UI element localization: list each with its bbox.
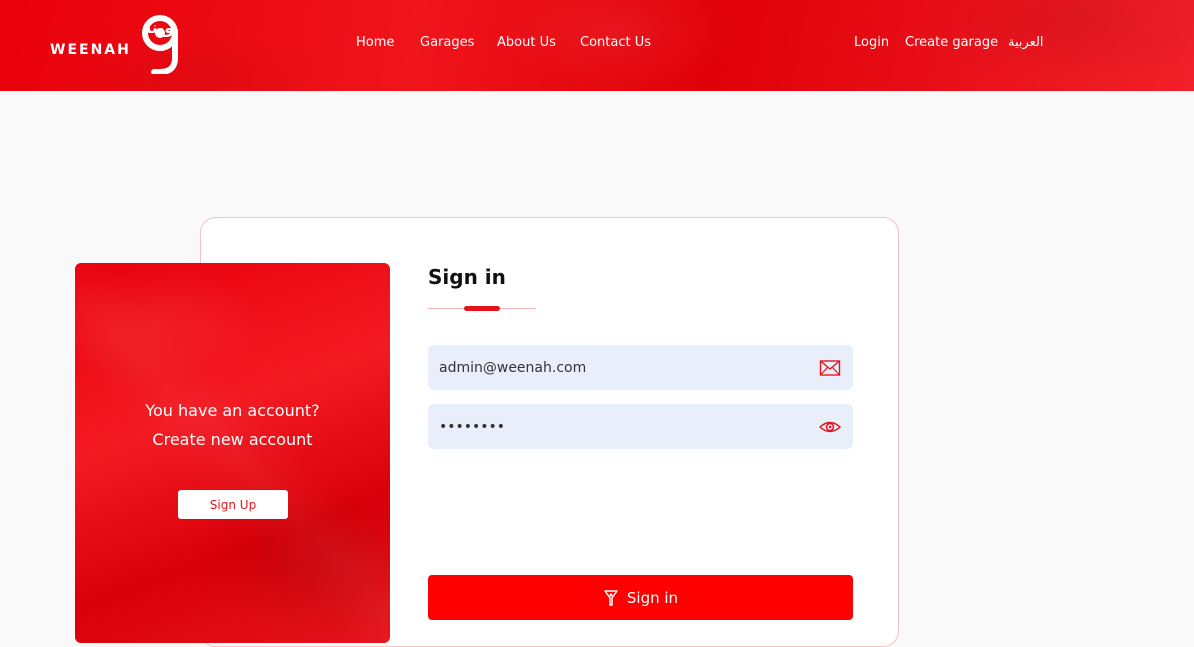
nav-home[interactable]: Home [356, 35, 394, 50]
nav-create-garage[interactable]: Create garage [905, 35, 998, 50]
password-field-wrapper [428, 404, 853, 449]
signup-promo-card: You have an account? Create new account … [75, 263, 390, 643]
eye-icon[interactable] [819, 417, 841, 437]
envelope-icon [819, 360, 841, 376]
nav-login[interactable]: Login [854, 35, 889, 50]
sign-in-button[interactable]: Sign in [428, 575, 853, 620]
password-field[interactable] [439, 404, 809, 449]
promo-line-1: You have an account? [145, 401, 320, 420]
sign-in-icon [604, 589, 618, 606]
brand-english-name: WEENAH [50, 42, 131, 58]
title-underline-accent [464, 306, 500, 311]
nav-contact-us[interactable]: Contact Us [580, 35, 651, 50]
sign-in-button-label: Sign in [626, 588, 679, 607]
sign-up-button[interactable]: Sign Up [178, 490, 288, 519]
top-navbar: وينه WEENAH Home Garages About Us Contac… [0, 0, 1194, 91]
nav-about-us[interactable]: About Us [497, 35, 556, 50]
promo-line-2: Create new account [152, 430, 313, 449]
email-field[interactable] [439, 345, 809, 390]
brand-logo[interactable]: وينه WEENAH [50, 14, 180, 76]
location-pin-icon [142, 15, 178, 74]
email-field-wrapper [428, 345, 853, 390]
nav-garages[interactable]: Garages [420, 35, 474, 50]
signin-title: Sign in [428, 265, 506, 289]
nav-language-toggle[interactable]: العربية [1008, 35, 1044, 50]
